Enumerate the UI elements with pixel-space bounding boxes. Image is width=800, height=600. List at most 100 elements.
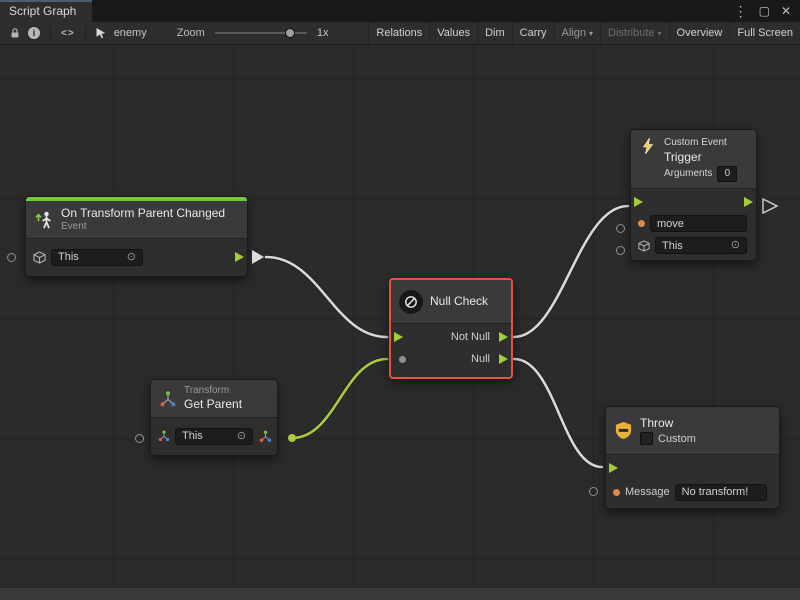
node-header[interactable]: Null Check bbox=[391, 280, 511, 324]
custom-event-bolt-icon bbox=[639, 137, 657, 155]
node-header[interactable]: On Transform Parent Changed Event bbox=[26, 201, 247, 239]
dim-button[interactable]: Dim bbox=[477, 22, 512, 44]
lock-icon[interactable] bbox=[6, 24, 24, 42]
transform-output-port[interactable] bbox=[259, 430, 272, 443]
node-header[interactable]: Throw Custom bbox=[606, 407, 779, 455]
this-dropdown[interactable]: This ⊙ bbox=[175, 428, 253, 445]
port-row: Not Null bbox=[391, 326, 511, 348]
button-label: Distribute bbox=[608, 27, 654, 39]
target-picker-icon[interactable]: ⊙ bbox=[237, 431, 246, 442]
null-check-icon bbox=[399, 290, 423, 314]
node-header[interactable]: Custom Event Trigger Arguments 0 bbox=[631, 130, 756, 189]
graph-canvas[interactable]: On Transform Parent Changed Event This ⊙ bbox=[0, 45, 800, 588]
button-label: Full Screen bbox=[737, 27, 793, 39]
node-on-transform-parent-changed[interactable]: On Transform Parent Changed Event This ⊙ bbox=[25, 196, 248, 277]
port-row: move bbox=[631, 213, 756, 235]
unconnected-flow-triangle[interactable] bbox=[763, 199, 777, 213]
flow-input-port[interactable] bbox=[394, 332, 403, 342]
not-null-output-port[interactable] bbox=[499, 332, 508, 342]
code-icon[interactable]: <> bbox=[61, 28, 75, 39]
port-row: Null bbox=[391, 348, 511, 370]
wire-event-to-nullcheck[interactable] bbox=[266, 257, 387, 337]
button-label: Relations bbox=[376, 27, 422, 39]
unconnected-ring-port[interactable] bbox=[589, 487, 598, 496]
node-title: Null Check bbox=[430, 294, 488, 308]
node-subtitle: Event bbox=[61, 221, 225, 233]
flow-output-port[interactable] bbox=[235, 252, 244, 262]
node-null-check[interactable]: Null Check Not Null Null bbox=[389, 278, 513, 379]
flow-input-port[interactable] bbox=[634, 197, 643, 207]
message-field[interactable]: No transform! bbox=[675, 484, 767, 501]
statusbar bbox=[0, 587, 800, 600]
throw-shield-icon bbox=[614, 421, 633, 440]
chevron-down-icon: ▾ bbox=[658, 29, 662, 38]
custom-checkbox-label: Custom bbox=[658, 433, 696, 445]
graph-toolbar: i <> enemy Zoom 1x Relations Values Dim … bbox=[0, 22, 800, 45]
transform-input-icon bbox=[158, 430, 170, 442]
node-get-parent[interactable]: Transform Get Parent This ⊙ bbox=[150, 379, 278, 456]
value-input-port[interactable] bbox=[399, 356, 406, 363]
flow-input-port[interactable] bbox=[609, 463, 618, 473]
node-body: Not Null Null bbox=[391, 324, 511, 377]
kebab-menu-icon[interactable]: ⋮ bbox=[734, 4, 748, 18]
zoom-value: 1x bbox=[317, 27, 329, 39]
wire-notnull-to-customevent[interactable] bbox=[514, 206, 628, 337]
event-name-input-port[interactable] bbox=[638, 220, 645, 227]
port-label-not-null: Not Null bbox=[451, 331, 490, 343]
zoom-slider-knob[interactable] bbox=[285, 28, 295, 38]
message-label: Message bbox=[625, 486, 670, 498]
fullscreen-button[interactable]: Full Screen bbox=[729, 22, 800, 44]
zoom-label: Zoom bbox=[177, 27, 205, 39]
arguments-count-field[interactable]: 0 bbox=[717, 166, 737, 182]
tab-title: Script Graph bbox=[9, 4, 76, 18]
target-picker-icon[interactable]: ⊙ bbox=[127, 252, 136, 263]
node-throw[interactable]: Throw Custom Message No transform! bbox=[605, 406, 780, 509]
unconnected-ring-port[interactable] bbox=[135, 434, 144, 443]
toolbar-buttons: Relations Values Dim Carry Align▾ Distri… bbox=[368, 22, 800, 44]
titlebar: Script Graph ⋮ ▢ ✕ bbox=[0, 0, 800, 22]
wire-getparent-to-nullcheck[interactable] bbox=[292, 359, 387, 438]
button-label: Overview bbox=[677, 27, 723, 39]
distribute-button[interactable]: Distribute ▾ bbox=[600, 22, 668, 44]
message-input-port[interactable] bbox=[613, 489, 620, 496]
cursor-icon bbox=[92, 24, 110, 42]
node-title: Throw bbox=[640, 416, 696, 430]
unconnected-ring-port[interactable] bbox=[616, 224, 625, 233]
gameobject-cube-icon bbox=[33, 251, 46, 264]
maximize-icon[interactable]: ▢ bbox=[759, 5, 770, 17]
this-dropdown[interactable]: This ⊙ bbox=[655, 237, 747, 254]
close-icon[interactable]: ✕ bbox=[781, 5, 791, 17]
wire-null-to-throw[interactable] bbox=[514, 359, 602, 467]
port-row: This ⊙ bbox=[631, 235, 756, 257]
relations-button[interactable]: Relations bbox=[368, 22, 429, 44]
zoom-slider[interactable] bbox=[215, 32, 307, 34]
tab-script-graph[interactable]: Script Graph bbox=[0, 0, 92, 22]
node-category: Custom Event bbox=[664, 137, 737, 150]
node-title: Trigger bbox=[664, 150, 737, 164]
values-button[interactable]: Values bbox=[429, 22, 477, 44]
carry-button[interactable]: Carry bbox=[512, 22, 554, 44]
port-row bbox=[606, 457, 779, 479]
node-title: On Transform Parent Changed bbox=[61, 206, 225, 220]
chevron-down-icon: ▾ bbox=[589, 29, 593, 38]
flow-output-port[interactable] bbox=[744, 197, 753, 207]
target-picker-icon[interactable]: ⊙ bbox=[731, 240, 740, 251]
info-icon[interactable]: i bbox=[28, 27, 40, 39]
message-value: No transform! bbox=[682, 486, 749, 498]
node-header[interactable]: Transform Get Parent bbox=[151, 380, 277, 418]
button-label: Carry bbox=[520, 27, 547, 39]
flow-start-triangle[interactable] bbox=[252, 250, 264, 264]
unconnected-ring-port[interactable] bbox=[7, 253, 16, 262]
this-value: This bbox=[182, 430, 203, 442]
null-output-port[interactable] bbox=[499, 354, 508, 364]
button-label: Align bbox=[562, 27, 586, 39]
align-button[interactable]: Align▾ bbox=[554, 22, 600, 44]
node-custom-event-trigger[interactable]: Custom Event Trigger Arguments 0 move bbox=[630, 129, 757, 261]
custom-checkbox[interactable] bbox=[640, 432, 653, 445]
unconnected-ring-port[interactable] bbox=[616, 246, 625, 255]
overview-button[interactable]: Overview bbox=[669, 22, 730, 44]
window-controls: ⋮ ▢ ✕ bbox=[734, 0, 800, 22]
event-name-field[interactable]: move bbox=[650, 215, 747, 232]
node-title: Get Parent bbox=[184, 397, 242, 411]
this-dropdown[interactable]: This ⊙ bbox=[51, 249, 143, 266]
